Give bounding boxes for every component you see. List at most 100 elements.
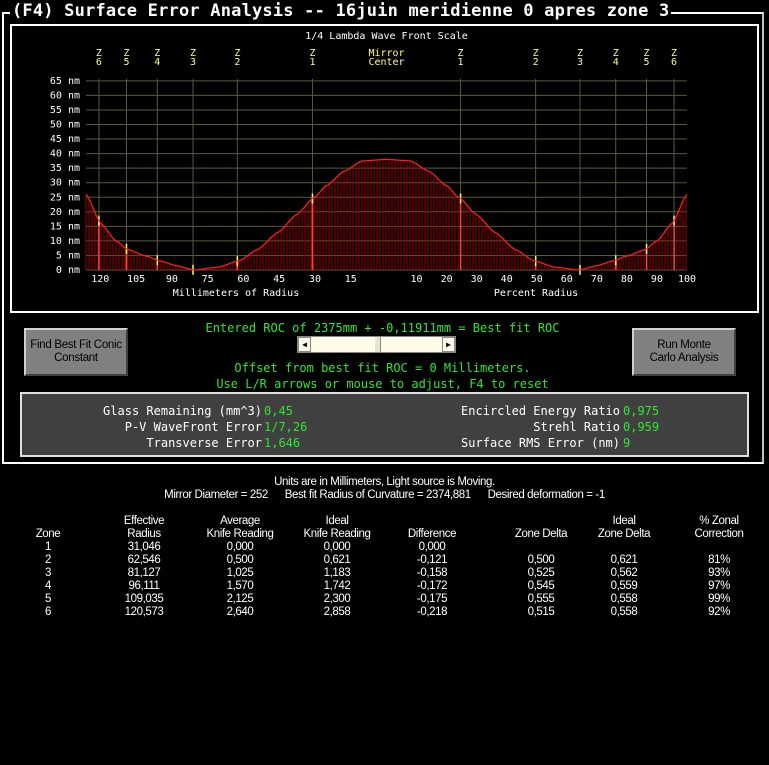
encircled-energy-value: 0,975 bbox=[623, 404, 660, 418]
column-header: Zone bbox=[35, 528, 61, 540]
units-line: Units are in Millimeters, Light source i… bbox=[274, 476, 495, 488]
glass-remaining-value: 0,45 bbox=[264, 404, 293, 418]
zone-label: 4 bbox=[154, 57, 160, 68]
y-tick-label: 20 nm bbox=[50, 207, 80, 218]
y-tick-label: 55 nm bbox=[50, 105, 80, 116]
table-cell: 92% bbox=[708, 606, 730, 618]
zone-label: 5 bbox=[644, 57, 650, 68]
table-cell: 109,035 bbox=[124, 593, 164, 605]
table-cell: 0,621 bbox=[610, 554, 638, 566]
table-cell: 0,559 bbox=[610, 580, 638, 592]
zone-label: 2 bbox=[234, 57, 240, 68]
slider-right-arrow-icon[interactable]: ▶ bbox=[442, 337, 455, 352]
column-header: Radius bbox=[127, 528, 161, 540]
y-tick-label: 5 nm bbox=[56, 250, 80, 261]
x-mm-tick-label: 90 bbox=[166, 274, 178, 285]
table-cell: 0,000 bbox=[418, 541, 446, 553]
table-cell: 96,111 bbox=[128, 580, 160, 592]
y-tick-label: 0 nm bbox=[56, 265, 80, 276]
zone-label: 6 bbox=[96, 57, 102, 68]
mirror-center-label: Center bbox=[368, 57, 404, 68]
x-percent-tick-label: 70 bbox=[591, 274, 603, 285]
table-cell: 4 bbox=[45, 580, 51, 592]
roc-offset-slider[interactable]: ◀ ▶ bbox=[297, 336, 456, 353]
y-tick-label: 10 nm bbox=[50, 236, 80, 247]
run-monte-carlo-label: Run Monte Carlo Analysis bbox=[649, 339, 719, 364]
zone-label: 6 bbox=[671, 57, 677, 68]
find-best-fit-conic-label: Find Best Fit Conic Constant bbox=[30, 339, 122, 364]
pv-wavefront-label: P-V WaveFront Error bbox=[124, 420, 262, 434]
x-percent-tick-label: 60 bbox=[561, 274, 573, 285]
table-cell: -0,172 bbox=[416, 580, 448, 592]
x-percent-tick-label: 30 bbox=[471, 274, 483, 285]
x-mm-tick-label: 105 bbox=[127, 274, 145, 285]
column-header: Knife Reading bbox=[303, 528, 371, 540]
table-cell: 0,500 bbox=[226, 554, 254, 566]
slider-thumb[interactable] bbox=[374, 337, 381, 352]
table-cell: 1,570 bbox=[226, 580, 254, 592]
x-mm-tick-label: 60 bbox=[237, 274, 249, 285]
x-mm-tick-label: 45 bbox=[273, 274, 285, 285]
transverse-error-label: Transverse Error bbox=[146, 436, 262, 450]
table-cell: -0,175 bbox=[416, 593, 448, 605]
mirror-diameter: Mirror Diameter = 252 bbox=[164, 489, 268, 501]
pv-wavefront-value: 1/7,26 bbox=[264, 420, 308, 434]
column-header: Knife Reading bbox=[206, 528, 274, 540]
roc-text: Entered ROC of 2375mm + -0,11911mm = Bes… bbox=[205, 321, 560, 335]
table-cell: 2,300 bbox=[323, 593, 351, 605]
table-cell: 2,125 bbox=[226, 593, 254, 605]
x-percent-tick-label: 50 bbox=[531, 274, 543, 285]
run-monte-carlo-button[interactable]: Run Monte Carlo Analysis bbox=[632, 328, 736, 376]
x-percent-tick-label: 80 bbox=[621, 274, 633, 285]
x-mm-tick-label: 30 bbox=[309, 274, 321, 285]
table-cell: 31,046 bbox=[127, 541, 161, 553]
table-cell: 120,573 bbox=[124, 606, 164, 618]
zone-label: 5 bbox=[123, 57, 129, 68]
surface-rms-value: 9 bbox=[623, 436, 631, 450]
table-cell: 0,558 bbox=[610, 606, 638, 618]
zone-label: 4 bbox=[613, 57, 619, 68]
table-cell: 1,742 bbox=[323, 580, 351, 592]
table-cell: 5 bbox=[45, 593, 51, 605]
table-cell: 0,000 bbox=[226, 541, 254, 553]
strehl-ratio-value: 0,959 bbox=[623, 420, 660, 434]
surface-error-chart: 1/4 Lambda Wave Front Scale 0 nm 5 nm 10 nm… bbox=[50, 31, 696, 299]
chart-title: 1/4 Lambda Wave Front Scale bbox=[305, 31, 468, 42]
column-header: Difference bbox=[407, 528, 457, 540]
table-cell: 0,621 bbox=[323, 554, 351, 566]
table-cell: 0,000 bbox=[323, 541, 351, 553]
column-header: Ideal bbox=[325, 515, 349, 527]
x-percent-tick-label: 10 bbox=[411, 274, 423, 285]
table-cell: 81,127 bbox=[127, 567, 161, 579]
y-tick-label: 25 nm bbox=[50, 192, 80, 203]
x-mm-tick-label: 15 bbox=[345, 274, 357, 285]
x-percent-tick-label: 90 bbox=[651, 274, 663, 285]
table-cell: 1,183 bbox=[323, 567, 351, 579]
best-fit-roc: Best fit Radius of Curvature = 2374,881 bbox=[284, 489, 471, 501]
table-cell: 1,025 bbox=[226, 567, 254, 579]
find-best-fit-conic-button[interactable]: Find Best Fit Conic Constant bbox=[24, 328, 128, 376]
transverse-error-value: 1,646 bbox=[264, 436, 301, 450]
x-mm-tick-label: 120 bbox=[91, 274, 109, 285]
table-cell: 2 bbox=[45, 554, 51, 566]
x-mm-tick-label: 75 bbox=[202, 274, 214, 285]
table-cell: 2,858 bbox=[323, 606, 351, 618]
x-percent-tick-label: 100 bbox=[678, 274, 696, 285]
table-cell: 0,562 bbox=[610, 567, 638, 579]
table-cell: 6 bbox=[45, 606, 51, 618]
table-cell: 1 bbox=[45, 541, 51, 553]
y-tick-label: 65 nm bbox=[50, 76, 80, 87]
table-cell: 2,640 bbox=[226, 606, 254, 618]
x-percent-tick-label: 20 bbox=[441, 274, 453, 285]
table-cell: 0,558 bbox=[610, 593, 638, 605]
table-cell: -0,158 bbox=[416, 567, 448, 579]
offset-text: Offset from best fit ROC = 0 Millimeters… bbox=[234, 361, 531, 375]
table-cell: 99% bbox=[708, 593, 730, 605]
y-tick-label: 40 nm bbox=[50, 149, 80, 160]
glass-remaining-label: Glass Remaining (mm^3) bbox=[103, 404, 262, 418]
slider-left-arrow-icon[interactable]: ◀ bbox=[298, 337, 311, 352]
table-cell: 93% bbox=[708, 567, 730, 579]
x-axis-label-percent: Percent Radius bbox=[494, 288, 578, 299]
desired-deformation: Desired deformation = -1 bbox=[487, 489, 606, 501]
zone-label: 3 bbox=[190, 57, 196, 68]
